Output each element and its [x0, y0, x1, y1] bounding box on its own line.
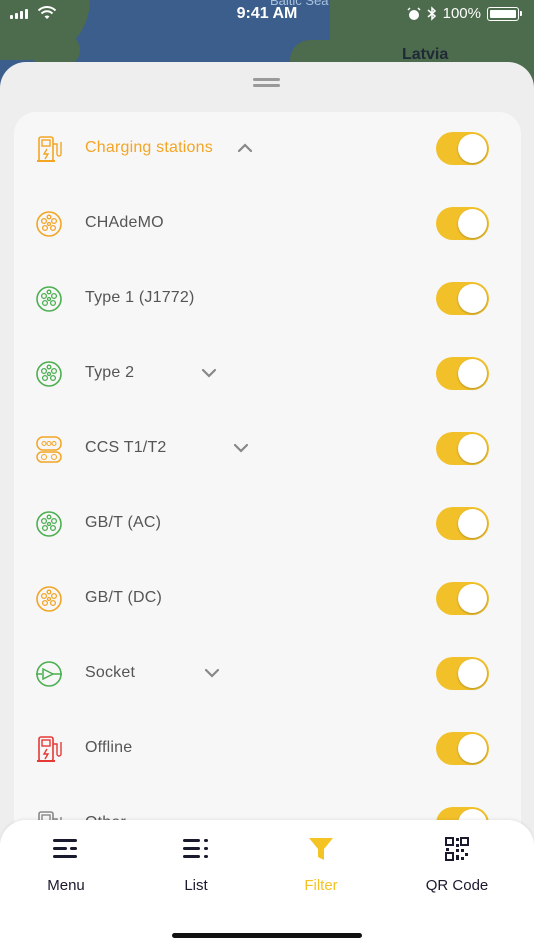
tab-qr-code-label: QR Code: [425, 877, 489, 894]
filter-row-label: Type 1 (J1772): [85, 289, 195, 306]
filter-row[interactable]: CHAdeMO: [14, 194, 521, 254]
filter-icon: [309, 838, 333, 860]
status-right: 100%: [407, 5, 522, 22]
alarm-icon: [407, 6, 421, 20]
toggle-knob: [458, 584, 487, 613]
type2-connector-icon: [36, 361, 62, 387]
battery-tip: [520, 11, 522, 16]
filter-row[interactable]: GB/T (AC): [14, 494, 521, 554]
tab-menu[interactable]: Menu: [6, 834, 126, 894]
toggle-knob: [458, 434, 487, 463]
battery-icon: [487, 6, 519, 21]
filter-row[interactable]: Type 1 (J1772): [14, 269, 521, 329]
filter-row-label: CHAdeMO: [85, 214, 164, 231]
ccs-connector-icon: [36, 436, 62, 463]
filter-row[interactable]: GB/T (DC): [14, 569, 521, 629]
charging-station-icon: [37, 136, 62, 162]
filter-row-label: Offline: [85, 739, 133, 756]
qr-code-icon: [445, 837, 469, 861]
toggle-knob: [458, 359, 487, 388]
filter-row[interactable]: CCS T1/T2: [14, 419, 521, 479]
filter-row[interactable]: Charging stations: [14, 119, 521, 179]
chevron-up-icon[interactable]: [237, 141, 253, 155]
sheet-drag-handle[interactable]: [253, 78, 280, 88]
tab-filter-label: Filter: [304, 877, 338, 894]
socket-icon: [36, 661, 62, 687]
gbt-ac-connector-icon: [36, 511, 62, 537]
filter-row[interactable]: Socket: [14, 644, 521, 704]
filter-toggle[interactable]: [436, 657, 489, 690]
filter-row[interactable]: Type 2: [14, 344, 521, 404]
filter-toggle[interactable]: [436, 432, 489, 465]
battery-percent: 100%: [442, 5, 481, 22]
toggle-knob: [458, 659, 487, 688]
filter-row-label: Charging stations: [85, 139, 213, 156]
tab-list-label: List: [184, 877, 208, 894]
filter-row-label: CCS T1/T2: [85, 439, 167, 456]
toggle-knob: [458, 509, 487, 538]
filter-toggle[interactable]: [436, 732, 489, 765]
filter-list: Charging stations CHAdeMO Type 1 (J1772) Ty…: [14, 112, 521, 912]
filter-sheet: Charging stations CHAdeMO Type 1 (J1772) Ty…: [0, 62, 534, 950]
filter-toggle[interactable]: [436, 282, 489, 315]
chademo-connector-icon: [36, 211, 62, 237]
toggle-knob: [458, 134, 487, 163]
filter-toggle[interactable]: [436, 582, 489, 615]
status-bar: 9:41 AM 100%: [0, 0, 534, 28]
filter-row-label: GB/T (AC): [85, 514, 162, 531]
gbt-dc-connector-icon: [36, 586, 62, 612]
list-icon: [183, 839, 208, 858]
menu-icon: [53, 839, 77, 858]
chevron-down-icon[interactable]: [201, 366, 217, 380]
filter-row-label: Type 2: [85, 364, 135, 381]
filter-toggle[interactable]: [436, 207, 489, 240]
toggle-knob: [458, 209, 487, 238]
tab-list[interactable]: List: [136, 834, 256, 894]
tab-filter[interactable]: Filter: [261, 834, 381, 894]
filter-row-label: Socket: [85, 664, 136, 681]
toggle-knob: [458, 734, 487, 763]
offline-station-icon: [37, 736, 62, 762]
tab-qr-code[interactable]: QR Code: [397, 834, 517, 894]
type1-connector-icon: [36, 286, 62, 312]
chevron-down-icon[interactable]: [204, 666, 220, 680]
filter-toggle[interactable]: [436, 132, 489, 165]
toggle-knob: [458, 284, 487, 313]
filter-toggle[interactable]: [436, 507, 489, 540]
tab-menu-label: Menu: [47, 877, 85, 894]
tab-bar: Menu List Filter QR Code: [0, 820, 534, 950]
bluetooth-icon: [427, 6, 436, 21]
home-indicator: [172, 933, 362, 938]
filter-row-label: GB/T (DC): [85, 589, 163, 606]
filter-toggle[interactable]: [436, 357, 489, 390]
chevron-down-icon[interactable]: [233, 441, 249, 455]
filter-row[interactable]: Offline: [14, 719, 521, 779]
